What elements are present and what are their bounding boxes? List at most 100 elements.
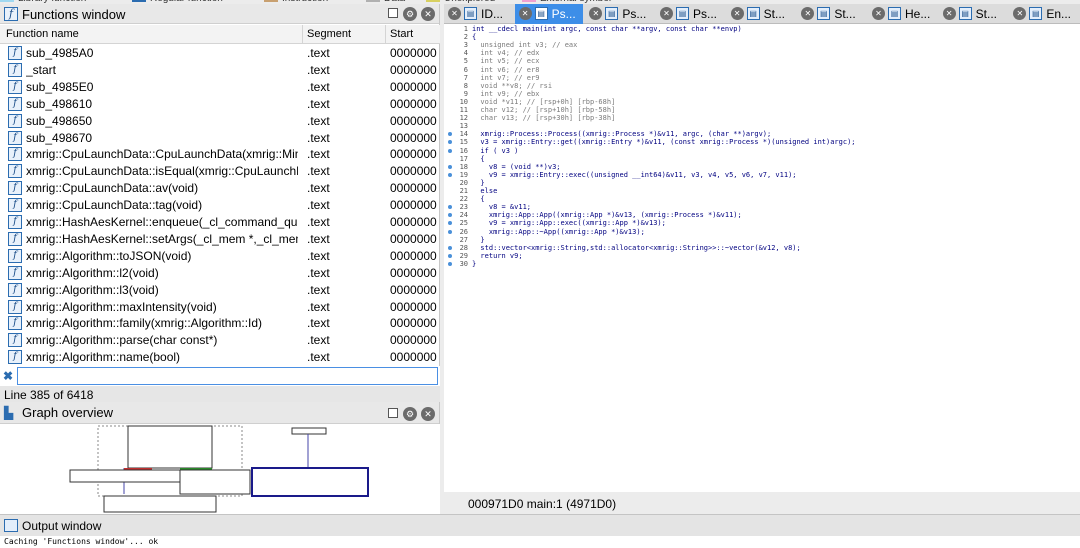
- code-line[interactable]: 14 xmrig::Process::Process((xmrig::Proce…: [444, 130, 1080, 138]
- restore-icon[interactable]: [388, 408, 398, 418]
- table-row[interactable]: f xmrig::CpuLaunchData::CpuLaunchData(xmr…: [0, 146, 440, 163]
- code-line[interactable]: 25 v9 = xmrig::App::exec((xmrig::App *)&…: [444, 219, 1080, 227]
- view-tab[interactable]: ✕ ▤ He...: [868, 4, 937, 24]
- code-line[interactable]: 30}: [444, 260, 1080, 268]
- breakpoint-marker-icon[interactable]: [448, 261, 452, 266]
- code-line[interactable]: 26 xmrig::App::~App((xmrig::App *)&v13);: [444, 228, 1080, 236]
- code-line[interactable]: 8 void **v8; // rsi: [444, 82, 1080, 90]
- restore-icon[interactable]: [388, 8, 398, 18]
- close-icon[interactable]: ✕: [421, 407, 435, 421]
- table-row[interactable]: f xmrig::CpuLaunchData::isEqual(xmrig::Cp…: [0, 163, 440, 180]
- table-row[interactable]: f xmrig::CpuLaunchData::av(void) .text 0000…: [0, 180, 440, 197]
- table-row[interactable]: f xmrig::Algorithm::l2(void) .text 0000000: [0, 265, 440, 282]
- table-row[interactable]: f xmrig::Algorithm::toJSON(void) .text 0000…: [0, 248, 440, 265]
- code-line[interactable]: 24 xmrig::App::App((xmrig::App *)&v13, (…: [444, 211, 1080, 219]
- table-row[interactable]: f _start .text 0000000: [0, 62, 440, 79]
- table-row[interactable]: f sub_498650 .text 0000000: [0, 113, 440, 130]
- ida-workspace: Library functionRegular functionInstruct…: [0, 0, 1080, 548]
- close-tab-icon[interactable]: ✕: [872, 7, 885, 20]
- code-line[interactable]: 20 }: [444, 179, 1080, 187]
- breakpoint-marker-icon[interactable]: [448, 253, 452, 258]
- table-row[interactable]: f sub_498670 .text 0000000: [0, 130, 440, 147]
- table-row[interactable]: f sub_4985E0 .text 0000000: [0, 79, 440, 96]
- code-line[interactable]: 15 v3 = xmrig::Entry::get((xmrig::Entry …: [444, 138, 1080, 146]
- settings-icon[interactable]: ⚙: [403, 407, 417, 421]
- clear-filter-icon[interactable]: ✖: [3, 369, 13, 383]
- code-line[interactable]: 2{: [444, 33, 1080, 41]
- table-row[interactable]: f xmrig::HashAesKernel::setArgs(_cl_mem *…: [0, 231, 440, 248]
- close-tab-icon[interactable]: ✕: [730, 7, 744, 20]
- table-row[interactable]: f xmrig::HashAesKernel::enqueue(_cl_comma…: [0, 214, 440, 231]
- code-line[interactable]: 4 int v4; // edx: [444, 49, 1080, 57]
- view-tab[interactable]: ✕ ▤ Ps...: [656, 4, 725, 24]
- view-tab[interactable]: ✕ ▤ En...: [1009, 4, 1078, 24]
- functions-window-titlebar[interactable]: f Functions window ⚙ ✕: [0, 4, 439, 24]
- graph-overview-title: Graph overview: [22, 405, 114, 420]
- close-tab-icon[interactable]: ✕: [518, 7, 532, 20]
- view-tab[interactable]: ✕ ▤ St...: [797, 4, 866, 24]
- code-line[interactable]: 29 return v9;: [444, 252, 1080, 260]
- breakpoint-marker-icon[interactable]: [448, 221, 452, 226]
- code-line[interactable]: 9 int v9; // ebx: [444, 90, 1080, 98]
- table-row[interactable]: f xmrig::CpuLaunchData::tag(void) .text 000…: [0, 197, 440, 214]
- code-line[interactable]: 7 int v7; // er9: [444, 74, 1080, 82]
- column-divider[interactable]: [385, 25, 386, 44]
- code-line[interactable]: 12 char v13; // [rsp+30h] [rbp-38h]: [444, 114, 1080, 122]
- table-row[interactable]: f xmrig::Algorithm::parse(char const*) .te…: [0, 332, 440, 349]
- code-line[interactable]: 16 if ( v3 ): [444, 147, 1080, 155]
- column-segment[interactable]: Segment: [307, 28, 351, 40]
- code-line[interactable]: 17 {: [444, 155, 1080, 163]
- graph-overview-window: ▙ Graph overview ⚙ ✕: [0, 402, 440, 514]
- breakpoint-marker-icon[interactable]: [448, 148, 452, 153]
- table-row[interactable]: f xmrig::Algorithm::l3(void) .text 0000000: [0, 282, 440, 299]
- code-line[interactable]: 3 unsigned int v3; // eax: [444, 41, 1080, 49]
- output-window-titlebar[interactable]: Output window: [0, 514, 1080, 536]
- close-tab-icon[interactable]: ✕: [589, 7, 603, 20]
- view-tab[interactable]: ✕ ▤ ID...: [444, 4, 513, 24]
- breakpoint-marker-icon[interactable]: [448, 172, 452, 177]
- pseudocode-view[interactable]: 1 int __cdecl main(int argc, const char *…: [444, 24, 1080, 492]
- graph-overview-canvas[interactable]: [0, 424, 440, 514]
- table-row[interactable]: f xmrig::Algorithm::name(bool) .text 000000…: [0, 349, 440, 366]
- close-tab-icon[interactable]: ✕: [448, 7, 461, 20]
- code-line[interactable]: 23 v8 = &v11;: [444, 203, 1080, 211]
- code-line[interactable]: 10 void *v11; // [rsp+0h] [rbp-68h]: [444, 98, 1080, 106]
- breakpoint-marker-icon[interactable]: [448, 229, 452, 234]
- code-line[interactable]: 13: [444, 122, 1080, 130]
- breakpoint-marker-icon[interactable]: [448, 132, 452, 137]
- breakpoint-marker-icon[interactable]: [448, 205, 452, 210]
- code-line[interactable]: 11 char v12; // [rsp+10h] [rbp-58h]: [444, 106, 1080, 114]
- view-tab[interactable]: ✕ ▤ Ps...: [585, 4, 654, 24]
- close-tab-icon[interactable]: ✕: [660, 7, 673, 20]
- code-line[interactable]: 21 else: [444, 187, 1080, 195]
- breakpoint-marker-icon[interactable]: [448, 140, 452, 145]
- column-function-name[interactable]: Function name: [6, 28, 79, 40]
- close-tab-icon[interactable]: ✕: [942, 7, 956, 20]
- code-line[interactable]: 28 std::vector<xmrig::String,std::alloca…: [444, 244, 1080, 252]
- code-line[interactable]: 6 int v6; // er8: [444, 66, 1080, 74]
- column-start[interactable]: Start: [390, 28, 413, 40]
- table-row[interactable]: f xmrig::Algorithm::family(xmrig::Algorit…: [0, 315, 440, 332]
- close-icon[interactable]: ✕: [421, 7, 435, 21]
- view-tab[interactable]: ✕ ▤ St...: [939, 4, 1008, 24]
- filter-input[interactable]: [17, 367, 438, 385]
- code-line[interactable]: 18 v8 = (void **)v3;: [444, 163, 1080, 171]
- table-row[interactable]: f xmrig::Algorithm::maxIntensity(void) .te…: [0, 299, 440, 316]
- close-tab-icon[interactable]: ✕: [801, 7, 815, 20]
- view-tab[interactable]: ✕ ▤ Ps...: [514, 4, 584, 24]
- breakpoint-marker-icon[interactable]: [448, 164, 452, 169]
- code-line[interactable]: 1 int __cdecl main(int argc, const char *…: [444, 25, 1080, 33]
- breakpoint-marker-icon[interactable]: [448, 245, 452, 250]
- close-tab-icon[interactable]: ✕: [1013, 7, 1027, 20]
- settings-icon[interactable]: ⚙: [403, 7, 417, 21]
- column-divider[interactable]: [302, 25, 303, 44]
- view-tab[interactable]: ✕ ▤ St...: [727, 4, 796, 24]
- table-row[interactable]: f sub_4985A0 .text 0000000: [0, 45, 440, 62]
- code-line[interactable]: 27 }: [444, 236, 1080, 244]
- code-line[interactable]: 19 v9 = xmrig::Entry::exec((unsigned __i…: [444, 171, 1080, 179]
- code-line[interactable]: 22 {: [444, 195, 1080, 203]
- breakpoint-marker-icon[interactable]: [448, 213, 452, 218]
- graph-overview-titlebar[interactable]: ▙ Graph overview ⚙ ✕: [0, 402, 439, 424]
- code-line[interactable]: 5 int v5; // ecx: [444, 57, 1080, 65]
- table-row[interactable]: f sub_498610 .text 0000000: [0, 96, 440, 113]
